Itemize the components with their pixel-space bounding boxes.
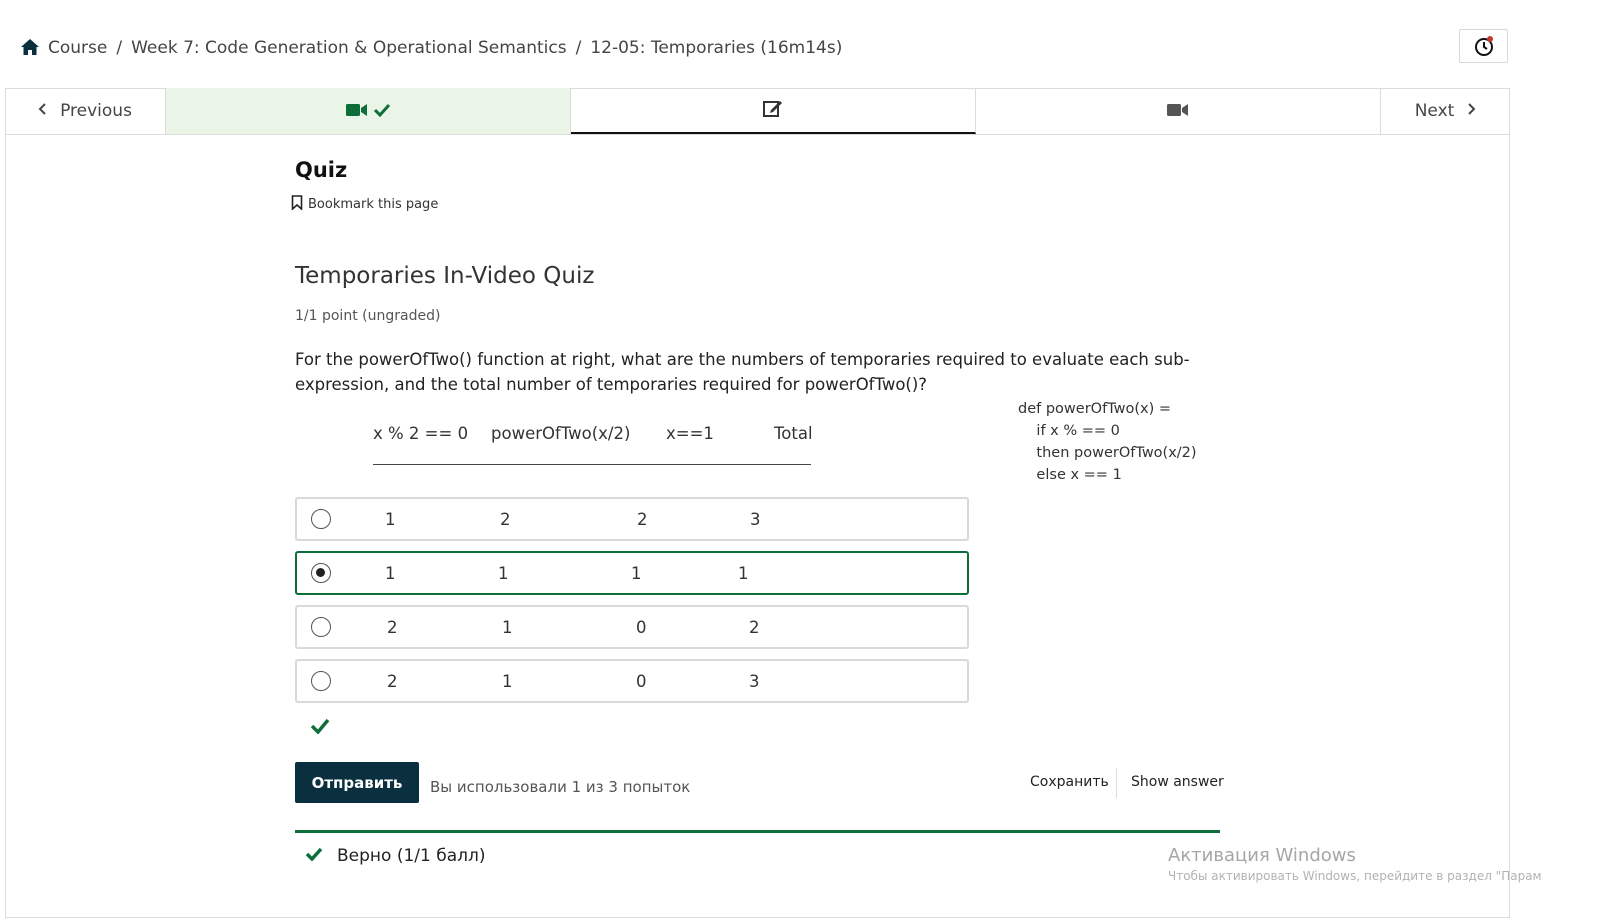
previous-label: Previous xyxy=(60,101,132,121)
correct-checkmark-icon xyxy=(310,718,330,738)
bookmark-label: Bookmark this page xyxy=(308,197,439,212)
chevron-right-icon xyxy=(1466,101,1476,121)
breadcrumb-separator: / xyxy=(116,38,123,58)
column-header: x % 2 == 0 xyxy=(373,424,469,443)
bookmark-icon xyxy=(291,195,303,214)
option-value: 1 xyxy=(631,564,642,583)
clock-icon xyxy=(1474,36,1493,56)
option-value: 1 xyxy=(502,672,513,691)
feedback-message: Верно (1/1 балл) xyxy=(305,846,486,866)
breadcrumb: Course / Week 7: Code Generation & Opera… xyxy=(20,38,842,58)
tab-unit-video-completed[interactable] xyxy=(166,88,571,134)
question-text: For the powerOfTwo() function at right, … xyxy=(295,350,1190,394)
code-line: else x == 1 xyxy=(1018,467,1122,483)
breadcrumb-separator: / xyxy=(575,38,582,58)
code-line: if x % == 0 xyxy=(1018,423,1120,439)
answer-option-3[interactable]: 2 1 0 2 xyxy=(295,605,969,649)
option-value: 2 xyxy=(387,672,398,691)
checkmark-icon xyxy=(373,102,391,121)
option-value: 1 xyxy=(738,564,749,583)
option-value: 1 xyxy=(385,564,396,583)
save-button[interactable]: Сохранить xyxy=(1030,774,1109,790)
column-header: Total xyxy=(774,424,813,443)
feedback-divider xyxy=(295,830,1220,833)
option-value: 2 xyxy=(637,510,648,529)
option-value: 1 xyxy=(502,618,513,637)
next-label: Next xyxy=(1414,101,1455,121)
bookmark-button[interactable]: Bookmark this page xyxy=(291,195,438,214)
code-line: then powerOfTwo(x/2) xyxy=(1018,445,1197,461)
problem-title: Temporaries In-Video Quiz xyxy=(295,263,595,289)
history-button[interactable] xyxy=(1459,29,1508,63)
option-value: 1 xyxy=(498,564,509,583)
radio-button-selected[interactable] xyxy=(311,563,331,583)
windows-activation-hint: Чтобы активировать Windows, перейдите в … xyxy=(1168,869,1542,883)
problem-points: 1/1 point (ungraded) xyxy=(295,308,441,324)
video-icon xyxy=(1167,102,1189,121)
checkmark-icon xyxy=(305,846,323,866)
breadcrumb-course[interactable]: Course xyxy=(48,38,107,58)
feedback-text: Верно (1/1 балл) xyxy=(337,846,486,866)
option-value: 3 xyxy=(749,672,760,691)
header-rule xyxy=(373,464,811,465)
show-answer-button[interactable]: Show answer xyxy=(1131,774,1224,790)
answer-option-4[interactable]: 2 1 0 3 xyxy=(295,659,969,703)
next-button[interactable]: Next xyxy=(1381,88,1510,134)
option-value: 2 xyxy=(500,510,511,529)
tab-unit-video[interactable] xyxy=(976,88,1381,134)
option-value: 1 xyxy=(385,510,396,529)
answer-option-2[interactable]: 1 1 1 1 xyxy=(295,551,969,595)
column-header: x==1 xyxy=(666,424,714,443)
tab-unit-problem[interactable] xyxy=(571,88,976,134)
action-divider xyxy=(1116,768,1117,798)
chevron-left-icon xyxy=(38,101,48,121)
edit-icon xyxy=(763,99,783,121)
radio-button[interactable] xyxy=(311,671,331,691)
radio-button[interactable] xyxy=(311,617,331,637)
code-snippet: def powerOfTwo(x) = if x % == 0 then pow… xyxy=(1018,398,1197,486)
submit-button[interactable]: Отправить xyxy=(295,762,419,803)
breadcrumb-week[interactable]: Week 7: Code Generation & Operational Se… xyxy=(131,38,567,58)
option-value: 0 xyxy=(636,618,647,637)
option-value: 0 xyxy=(636,672,647,691)
radio-button[interactable] xyxy=(311,509,331,529)
code-line: def powerOfTwo(x) = xyxy=(1018,401,1172,417)
attempts-text: Вы использовали 1 из 3 попыток xyxy=(430,778,691,796)
unit-title: Quiz xyxy=(295,158,348,182)
breadcrumb-current: 12-05: Temporaries (16m14s) xyxy=(590,38,843,58)
answer-option-1[interactable]: 1 2 2 3 xyxy=(295,497,969,541)
video-icon xyxy=(346,102,368,121)
option-value: 3 xyxy=(750,510,761,529)
option-value: 2 xyxy=(749,618,760,637)
previous-button[interactable]: Previous xyxy=(5,88,166,134)
home-icon[interactable] xyxy=(20,38,40,58)
option-value: 2 xyxy=(387,618,398,637)
sequence-nav: Previous Next xyxy=(5,88,1510,135)
windows-activation-watermark: Активация Windows xyxy=(1168,845,1356,866)
column-header: powerOfTwo(x/2) xyxy=(491,424,631,443)
